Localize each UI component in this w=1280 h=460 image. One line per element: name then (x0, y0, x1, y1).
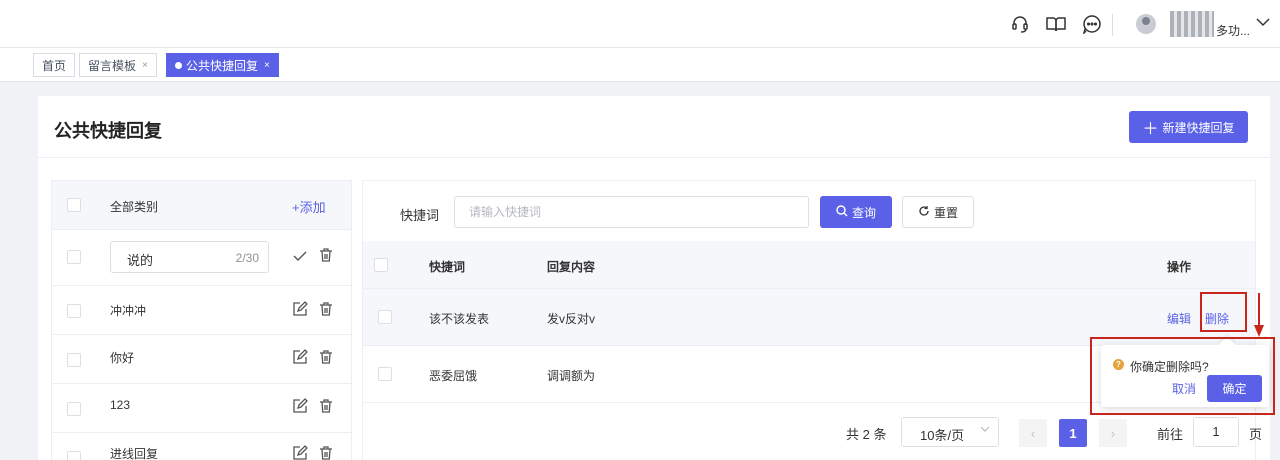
total-count: 共 2 条 (846, 427, 887, 442)
category-edit-row: 说的 2/30 (52, 230, 351, 286)
category-checkbox[interactable] (67, 402, 81, 416)
check-icon[interactable] (292, 248, 308, 264)
refresh-icon (918, 205, 930, 220)
tab-message-template[interactable]: 留言模板 × (79, 53, 157, 77)
category-checkbox[interactable] (67, 250, 81, 264)
chevron-left-icon: ‹ (1030, 425, 1036, 441)
page-header: 公共快捷回复 ＋ 新建快捷回复 (38, 96, 1270, 158)
trash-icon[interactable] (318, 349, 334, 365)
user-menu[interactable]: 多功... (1136, 8, 1250, 40)
char-counter: 2/30 (235, 251, 259, 265)
reset-button[interactable]: 重置 (902, 196, 974, 228)
category-checkbox[interactable] (67, 304, 81, 318)
new-quick-reply-button[interactable]: ＋ 新建快捷回复 (1129, 111, 1248, 143)
plus-icon: ＋ (1142, 121, 1159, 138)
page-suffix: 页 (1249, 427, 1263, 442)
tab-label: 留言模板 (88, 58, 137, 73)
edit-icon[interactable] (292, 349, 308, 365)
next-page-button[interactable]: › (1099, 419, 1127, 447)
highlight-box-delete (1200, 292, 1247, 332)
user-name-suffix: 多功... (1216, 23, 1251, 38)
goto-page-input[interactable]: 1 (1193, 417, 1239, 447)
page-size-select[interactable]: 10条/页 (901, 417, 999, 447)
category-name-input[interactable]: 说的 2/30 (110, 241, 269, 273)
query-button[interactable]: 查询 (820, 196, 892, 228)
main-card: 公共快捷回复 ＋ 新建快捷回复 全部类别 +添加 说的 2/30 冲冲冲 你好 … (38, 96, 1270, 460)
column-header-actions: 操作 (1167, 260, 1192, 274)
all-categories-label: 全部类别 (110, 200, 159, 214)
category-checkbox[interactable] (67, 451, 81, 460)
highlight-box-popconfirm (1090, 337, 1275, 415)
close-icon[interactable]: × (142, 60, 148, 71)
row-keyword: 恶委屈饿 (429, 369, 478, 383)
annotation-arrow-icon (1254, 293, 1264, 337)
category-name: 你好 (110, 351, 135, 365)
tab-label: 首页 (42, 58, 67, 73)
category-name: 进线回复 (110, 447, 159, 460)
header-icons (1008, 12, 1104, 36)
category-row[interactable]: 你好 (52, 335, 351, 384)
select-all-checkbox[interactable] (67, 198, 81, 212)
chevron-down-icon[interactable] (1256, 14, 1270, 30)
keyword-label: 快捷词 (400, 208, 440, 223)
header-divider (1112, 14, 1113, 36)
row-keyword: 该不该发表 (429, 312, 490, 326)
prev-page-button[interactable]: ‹ (1019, 419, 1047, 447)
headset-icon[interactable] (1008, 12, 1032, 36)
select-all-rows-checkbox[interactable] (374, 258, 388, 272)
trash-icon[interactable] (318, 301, 334, 317)
page-size-value: 10条/页 (920, 428, 965, 443)
tab-bar: 首页 留言模板 × 公共快捷回复 × (0, 48, 1280, 82)
edit-icon[interactable] (292, 398, 308, 414)
category-row[interactable]: 123 (52, 384, 351, 433)
row-content: 调调额为 (547, 369, 596, 383)
user-name-obscured (1170, 11, 1214, 37)
column-header-content: 回复内容 (547, 260, 596, 274)
table-header: 快捷词 回复内容 操作 (363, 241, 1255, 289)
search-icon (836, 204, 848, 220)
trash-icon[interactable] (318, 398, 334, 414)
quick-reply-panel: 快捷词 查询 重置 快捷词 回复内容 操作 该不该发表 发v反对v 编辑 (362, 180, 1262, 460)
page-title: 公共快捷回复 (54, 121, 162, 141)
chevron-down-icon (980, 424, 990, 437)
tab-public-quick-reply[interactable]: 公共快捷回复 × (166, 53, 279, 77)
category-row[interactable]: 进线回复 (52, 433, 351, 460)
active-dot-icon (175, 61, 182, 69)
avatar (1136, 14, 1156, 34)
new-button-label: 新建快捷回复 (1162, 120, 1235, 135)
category-name: 123 (110, 398, 131, 412)
row-checkbox[interactable] (378, 310, 392, 324)
trash-icon[interactable] (318, 445, 334, 460)
trash-icon[interactable] (318, 247, 334, 263)
edit-link[interactable]: 编辑 (1167, 310, 1191, 327)
category-checkbox[interactable] (67, 353, 81, 367)
category-row[interactable]: 冲冲冲 (52, 286, 351, 335)
category-panel: 全部类别 +添加 说的 2/30 冲冲冲 你好 123 进线回复 (51, 180, 352, 460)
reset-button-label: 重置 (933, 205, 958, 220)
top-bar: 多功... (0, 0, 1280, 48)
category-name: 冲冲冲 (110, 304, 147, 318)
keyword-input-wrapper (454, 196, 809, 228)
goto-label: 前往 (1157, 427, 1184, 442)
category-input-value: 说的 (127, 253, 154, 268)
row-checkbox[interactable] (378, 367, 392, 381)
book-icon[interactable] (1044, 12, 1068, 36)
tab-label: 公共快捷回复 (186, 58, 259, 73)
page-number-button[interactable]: 1 (1059, 419, 1087, 447)
chevron-right-icon: › (1110, 425, 1116, 441)
row-content: 发v反对v (547, 312, 596, 326)
add-category-link[interactable]: +添加 (292, 197, 326, 216)
column-header-keyword: 快捷词 (429, 260, 466, 274)
edit-icon[interactable] (292, 301, 308, 317)
chat-icon[interactable] (1080, 12, 1104, 36)
close-icon[interactable]: × (264, 60, 270, 71)
tab-home[interactable]: 首页 (33, 53, 76, 77)
query-button-label: 查询 (851, 205, 876, 220)
edit-icon[interactable] (292, 445, 308, 460)
category-header-row: 全部类别 +添加 (52, 181, 351, 230)
keyword-search-input[interactable] (455, 197, 808, 227)
